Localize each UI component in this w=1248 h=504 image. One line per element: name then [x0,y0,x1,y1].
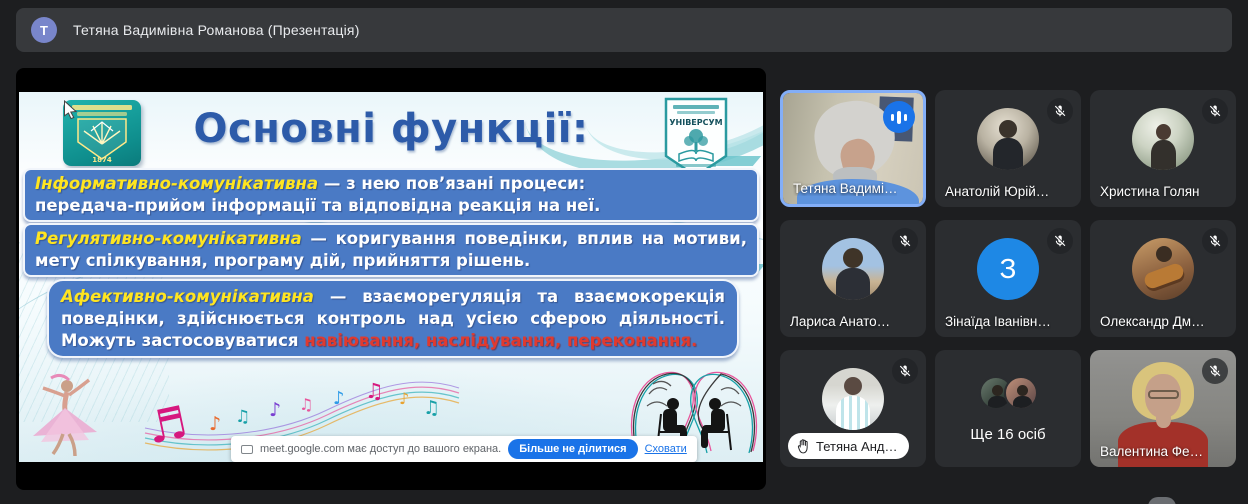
svg-text:♪: ♪ [399,389,409,408]
screenshare-area[interactable]: 1874 Основні функції: УНІВЕРСУМ Інформат… [16,68,766,490]
universum-label: УНІВЕРСУМ [669,118,722,127]
participant-name: Анатолій Юрій… [945,184,1050,199]
svg-text:♪: ♪ [209,413,221,435]
slide-bullet-informative: Інформативно-комунікативна — з нею пов’я… [23,168,759,222]
presenter-avatar: T [31,17,57,43]
svg-text:♫: ♫ [365,379,384,403]
participant-name: Олександр Дм… [1100,314,1205,329]
raised-hand-icon [797,438,808,453]
svg-text:♪: ♪ [269,399,281,421]
meet-window: T Тетяна Вадимівна Романова (Презентація… [0,0,1248,504]
ballerina-art [33,373,97,457]
svg-text:♫: ♫ [299,395,313,414]
bullet-term: Регулятивно-комунікативна [35,229,302,248]
video-person [1148,390,1179,399]
slide-bullet-regulative: Регулятивно-комунікативна — коригування … [23,223,759,277]
participant-tile-tetiana-a[interactable]: Тетяна Анд… [780,350,926,467]
participant-tile-zinaida[interactable]: З Зінаїда Іванівн… [935,220,1081,337]
participant-name: Валентина Фе… [1100,444,1204,459]
mic-muted-icon [1202,358,1228,384]
avatar-letter: З [999,253,1017,284]
mic-muted-icon [1047,98,1073,124]
more-participants-label: Ще 16 осіб [970,426,1046,443]
participant-avatar-initial: З [977,238,1039,300]
svg-text:♫: ♫ [235,407,250,427]
hide-banner-link[interactable]: Сховати [645,443,687,455]
participant-name: Христина Голян [1100,184,1200,199]
mic-muted-icon [1202,98,1228,124]
slide-title: Основні функції: [193,106,589,152]
bullet-term: Інформативно-комунікативна [35,174,319,193]
participant-tile-larysa[interactable]: Лариса Анато… [780,220,926,337]
participant-name: Лариса Анато… [790,314,891,329]
mic-muted-icon [1202,228,1228,254]
participant-tile-khrystyna[interactable]: Христина Голян [1090,90,1236,207]
participants-grid: Тетяна Вадимі… Анатолій Юрій… Христина Г… [780,90,1236,467]
raised-hand-badge: Тетяна Анд… [788,433,910,459]
participant-tile-valentyna[interactable]: Валентина Фе… [1090,350,1236,467]
participant-name: Зінаїда Іванівн… [945,314,1051,329]
presenter-banner: T Тетяна Вадимівна Романова (Презентація… [16,8,1232,52]
participant-avatar [822,238,884,300]
participant-avatar [1132,238,1194,300]
video-person [1156,410,1171,428]
participant-tile-oleksandr[interactable]: Олександр Дм… [1090,220,1236,337]
mic-muted-icon [892,358,918,384]
participant-tile-anatolii[interactable]: Анатолій Юрій… [935,90,1081,207]
screen-share-banner: meet.google.com має доступ до вашого екр… [231,436,697,462]
screen-icon [241,444,253,454]
mic-muted-icon [1047,228,1073,254]
bullet-highlight: навіювання, наслідування, переконання. [304,330,698,350]
stop-sharing-button[interactable]: Більше не ділитися [508,439,638,459]
slide-bullet-affective: Афективно-комунікативна — взаєморегуляці… [47,279,739,359]
mic-muted-icon [892,228,918,254]
participant-tile-tetiana-v[interactable]: Тетяна Вадимі… [780,90,926,207]
overflow-avatars [935,376,1081,410]
participant-avatar [1003,376,1038,410]
svg-text:♫: ♫ [423,397,440,419]
svg-text:♬: ♬ [143,397,192,455]
more-participants-tile[interactable]: Ще 16 осіб [935,350,1081,467]
partial-tile-icon [1148,497,1176,504]
participant-avatar [1132,108,1194,170]
presenter-avatar-initial: T [40,22,48,38]
participant-avatar [822,368,884,430]
participant-avatar [977,108,1039,170]
participant-name: Тетяна Вадимі… [793,181,898,196]
participant-name: Тетяна Анд… [816,438,898,454]
emblem-year: 1874 [92,156,112,164]
presentation-slide: 1874 Основні функції: УНІВЕРСУМ Інформат… [19,92,763,462]
share-banner-message: meet.google.com має доступ до вашого екр… [260,443,502,455]
bullet-term: Афективно-комунікативна [61,287,314,306]
speaking-indicator-icon [883,101,915,133]
presenter-banner-title: Тетяна Вадимівна Романова (Презентація) [73,22,360,38]
svg-text:♪: ♪ [333,388,345,409]
